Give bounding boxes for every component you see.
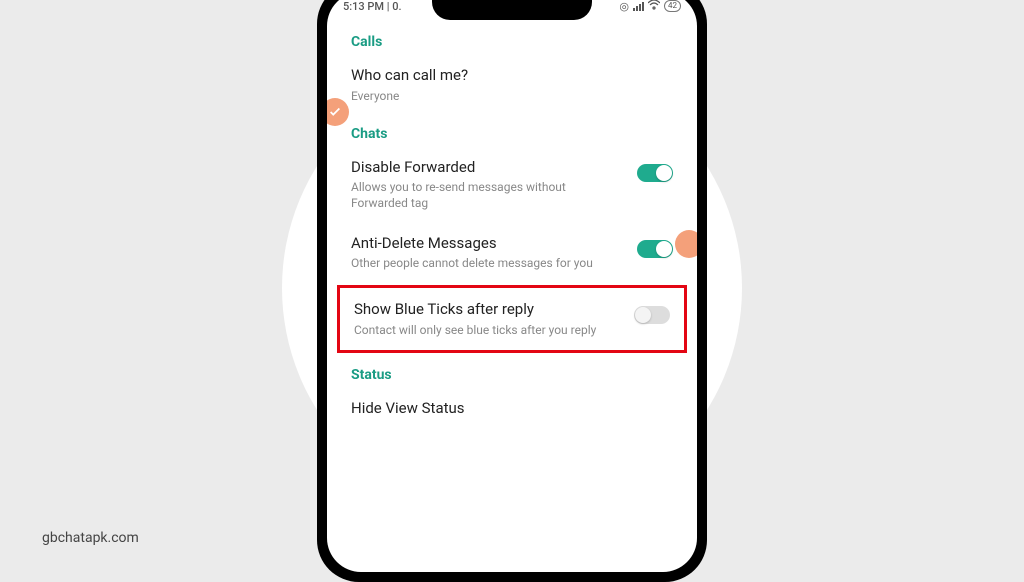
- disable-forwarded-toggle[interactable]: [637, 164, 673, 182]
- status-indicator-icon: ◎: [619, 0, 629, 13]
- disable-forwarded-desc: Allows you to re-send messages without F…: [351, 179, 625, 211]
- phone-notch: [432, 0, 592, 20]
- anti-delete-row[interactable]: Anti-Delete Messages Other people cannot…: [327, 224, 697, 284]
- wifi-icon: [648, 0, 660, 13]
- watermark-text: gbchatapk.com: [42, 530, 139, 546]
- who-can-call-value: Everyone: [351, 88, 673, 104]
- anti-delete-desc: Other people cannot delete messages for …: [351, 255, 625, 271]
- highlighted-setting: Show Blue Ticks after reply Contact will…: [337, 285, 687, 353]
- anti-delete-title: Anti-Delete Messages: [351, 234, 625, 254]
- annotation-badge-right: [675, 230, 697, 258]
- hide-view-status-row[interactable]: Hide View Status: [327, 389, 697, 431]
- hide-view-status-title: Hide View Status: [351, 399, 673, 419]
- status-time: 5:13 PM | 0.: [343, 0, 402, 13]
- blue-ticks-desc: Contact will only see blue ticks after y…: [354, 322, 622, 338]
- settings-content: Calls Who can call me? Everyone Chats Di…: [327, 18, 697, 572]
- phone-screen: 5:13 PM | 0. ◎ 42 Calls Who can call: [327, 0, 697, 572]
- status-section-header: Status: [327, 357, 697, 389]
- chats-section-header: Chats: [327, 116, 697, 148]
- who-can-call-row[interactable]: Who can call me? Everyone: [327, 56, 697, 116]
- disable-forwarded-row[interactable]: Disable Forwarded Allows you to re-send …: [327, 148, 697, 224]
- signal-icon: [633, 1, 644, 11]
- who-can-call-title: Who can call me?: [351, 66, 673, 86]
- status-right: ◎ 42: [619, 0, 681, 13]
- phone-frame: 5:13 PM | 0. ◎ 42 Calls Who can call: [317, 0, 707, 582]
- blue-ticks-title: Show Blue Ticks after reply: [354, 300, 622, 320]
- calls-section-header: Calls: [327, 24, 697, 56]
- blue-ticks-toggle[interactable]: [634, 306, 670, 324]
- battery-icon: 42: [664, 0, 681, 12]
- blue-ticks-row[interactable]: Show Blue Ticks after reply Contact will…: [340, 288, 684, 350]
- anti-delete-toggle[interactable]: [637, 240, 673, 258]
- disable-forwarded-title: Disable Forwarded: [351, 158, 625, 178]
